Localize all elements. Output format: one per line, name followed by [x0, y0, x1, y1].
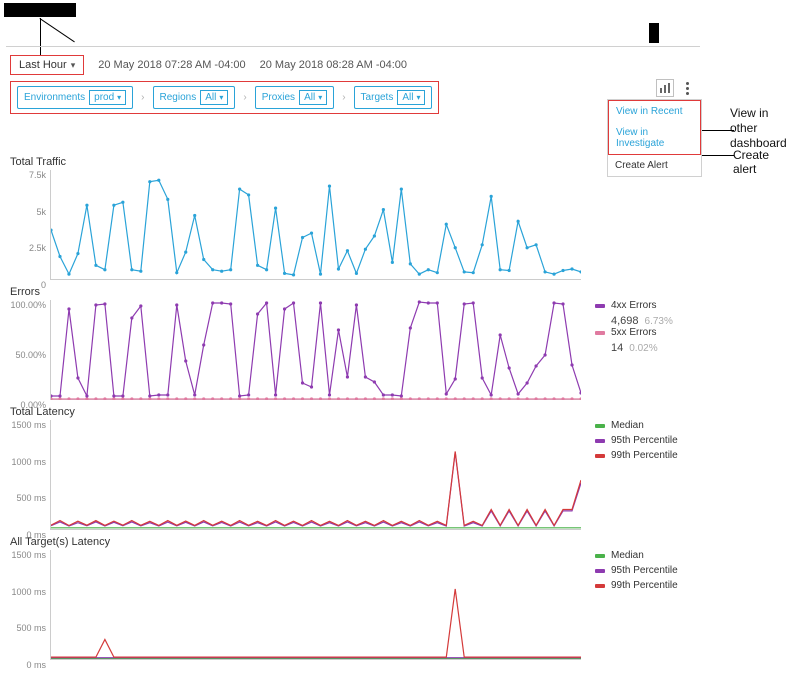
- chevron-down-icon: ▾: [219, 93, 223, 102]
- legend-label: 5xx Errors: [611, 327, 657, 338]
- plot-area[interactable]: [50, 550, 581, 660]
- chevron-down-icon: ▾: [416, 93, 420, 102]
- legend-item[interactable]: 4xx Errors: [595, 300, 673, 311]
- filter-regions[interactable]: RegionsAll▾: [153, 86, 236, 109]
- time-range-label: Last Hour: [19, 59, 67, 71]
- legend-label: Median: [611, 550, 644, 561]
- more-actions-button[interactable]: [680, 82, 694, 95]
- legend-swatch: [595, 584, 605, 588]
- filter-targets[interactable]: TargetsAll▾: [354, 86, 433, 109]
- plot-area[interactable]: [50, 300, 581, 400]
- chart-title: Errors: [10, 286, 696, 298]
- y-axis: 1500 ms 1000 ms 500 ms 0 ms: [10, 420, 50, 530]
- filter-separator: ›: [235, 92, 254, 103]
- main-panel: Last Hour ▾ 20 May 2018 07:28 AM -04:00 …: [6, 46, 700, 660]
- time-row: Last Hour ▾ 20 May 2018 07:28 AM -04:00 …: [6, 47, 700, 81]
- legend: Median 95th Percentile 99th Percentile: [595, 420, 678, 465]
- legend-swatch: [595, 569, 605, 573]
- chart-total-latency: Total Latency 1500 ms 1000 ms 500 ms 0 m…: [10, 406, 696, 530]
- chart-title: Total Latency: [10, 406, 696, 418]
- filter-label: Environments: [24, 92, 85, 103]
- filter-label: Targets: [361, 92, 394, 103]
- redacted-bar-icon: [649, 23, 659, 43]
- chart-total-traffic: Total Traffic 7.5k 5k 2.5k 0: [10, 156, 696, 280]
- menu-create-alert[interactable]: Create Alert: [608, 155, 701, 176]
- chevron-down-icon: ▾: [71, 60, 76, 71]
- legend-item[interactable]: 5xx Errors: [595, 327, 673, 338]
- y-axis: 7.5k 5k 2.5k 0: [10, 170, 50, 280]
- filter-label: Regions: [160, 92, 197, 103]
- filter-value: All▾: [200, 90, 228, 105]
- redacted-bar-top: [4, 3, 76, 17]
- bar-chart-icon: [659, 82, 671, 94]
- legend-item[interactable]: Median: [595, 550, 678, 561]
- legend-swatch: [595, 424, 605, 428]
- anno-line4: [698, 155, 734, 156]
- chart-errors: Errors 100.00% 50.00% 0.00% 4xx Errors 4,…: [10, 286, 696, 400]
- legend-item[interactable]: Median: [595, 420, 678, 431]
- panel-actions: [656, 79, 700, 97]
- time-end: 20 May 2018 08:28 AM -04:00: [260, 59, 407, 71]
- legend-label: 99th Percentile: [611, 450, 678, 461]
- legend-label: 4xx Errors: [611, 300, 657, 311]
- filter-value: prod▾: [89, 90, 126, 105]
- legend-label: 95th Percentile: [611, 565, 678, 576]
- filter-bar: Environmentsprod▾›RegionsAll▾›ProxiesAll…: [10, 81, 439, 114]
- chart-view-button[interactable]: [656, 79, 674, 97]
- callout-view-other: View in other dashboards: [730, 106, 786, 151]
- legend-item[interactable]: 99th Percentile: [595, 450, 678, 461]
- filter-separator: ›: [334, 92, 353, 103]
- legend-item[interactable]: 95th Percentile: [595, 565, 678, 576]
- filter-separator: ›: [133, 92, 152, 103]
- y-axis: 100.00% 50.00% 0.00%: [10, 300, 50, 400]
- plot-area[interactable]: [50, 420, 581, 530]
- time-start: 20 May 2018 07:28 AM -04:00: [98, 59, 245, 71]
- context-menu: View in Recent View in Investigate Creat…: [607, 99, 702, 177]
- anno-line2: [39, 18, 74, 42]
- filter-environments[interactable]: Environments prod▾: [17, 86, 133, 109]
- filter-value: All▾: [299, 90, 327, 105]
- legend-swatch: [595, 304, 605, 308]
- callout-create-alert: Create alert: [733, 148, 786, 176]
- legend-swatch: [595, 554, 605, 558]
- filter-proxies[interactable]: Proxies All▾: [255, 86, 335, 109]
- legend-item[interactable]: 95th Percentile: [595, 435, 678, 446]
- legend-swatch: [595, 454, 605, 458]
- menu-view-investigate[interactable]: View in Investigate: [609, 122, 700, 154]
- chart-title: Total Traffic: [10, 156, 696, 168]
- plot-area[interactable]: [50, 170, 581, 280]
- legend-label: Median: [611, 420, 644, 431]
- time-range-selector[interactable]: Last Hour ▾: [10, 55, 84, 75]
- legend-label: 99th Percentile: [611, 580, 678, 591]
- filter-label: Proxies: [262, 92, 295, 103]
- anno-line3: [698, 130, 734, 131]
- chart-target-latency: All Target(s) Latency 1500 ms 1000 ms 50…: [10, 536, 696, 660]
- y-axis: 1500 ms 1000 ms 500 ms 0 ms: [10, 550, 50, 660]
- legend: 4xx Errors 4,6986.73%5xx Errors 140.02%: [595, 300, 673, 354]
- chart-title: All Target(s) Latency: [10, 536, 696, 548]
- legend-swatch: [595, 331, 605, 335]
- chevron-down-icon: ▾: [318, 93, 322, 102]
- legend-item[interactable]: 99th Percentile: [595, 580, 678, 591]
- legend-swatch: [595, 439, 605, 443]
- legend-stats: 4,6986.73%: [611, 315, 673, 327]
- legend: Median 95th Percentile 99th Percentile: [595, 550, 678, 595]
- menu-view-recent[interactable]: View in Recent: [609, 101, 700, 122]
- legend-label: 95th Percentile: [611, 435, 678, 446]
- filter-value: All▾: [397, 90, 425, 105]
- legend-stats: 140.02%: [611, 342, 673, 354]
- chevron-down-icon: ▾: [117, 93, 121, 102]
